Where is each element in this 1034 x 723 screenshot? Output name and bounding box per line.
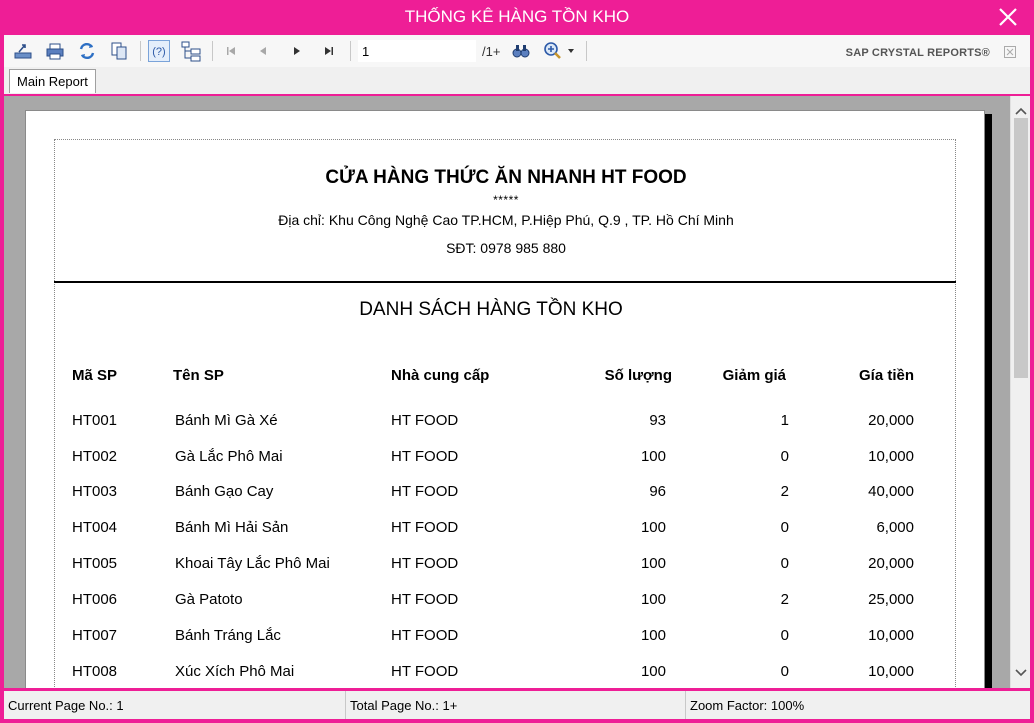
cell-id: HT007 bbox=[72, 627, 118, 644]
column-header-supplier: Nhà cung cấp bbox=[391, 367, 490, 384]
print-icon[interactable] bbox=[44, 40, 66, 62]
copy-icon[interactable] bbox=[108, 40, 130, 62]
cell-id: HT006 bbox=[72, 591, 118, 608]
cell-price: 10,000 bbox=[868, 663, 914, 680]
cell-name: Xúc Xích Phô Mai bbox=[175, 663, 295, 680]
cell-discount: 1 bbox=[780, 412, 789, 429]
window-title: THỐNG KÊ HÀNG TỒN KHO bbox=[404, 7, 630, 26]
cell-id: HT003 bbox=[72, 483, 118, 500]
cell-name: Bánh Mì Gà Xé bbox=[175, 412, 278, 429]
cell-discount: 0 bbox=[780, 448, 789, 465]
stars-divider: ***** bbox=[493, 193, 519, 207]
store-address: Địa chỉ: Khu Công Nghệ Cao TP.HCM, P.Hiệ… bbox=[278, 212, 734, 228]
status-bar: Current Page No.: 1 Total Page No.: 1+ Z… bbox=[4, 691, 1030, 719]
refresh-icon[interactable] bbox=[76, 40, 98, 62]
find-icon[interactable] bbox=[510, 40, 532, 62]
cell-supplier: HT FOOD bbox=[391, 663, 459, 680]
cell-supplier: HT FOOD bbox=[391, 627, 459, 644]
report-title: DANH SÁCH HÀNG TỒN KHO bbox=[359, 299, 623, 320]
cell-price: 10,000 bbox=[868, 448, 914, 465]
cell-quantity: 100 bbox=[640, 627, 666, 644]
zoom-status: Zoom Factor: 100% bbox=[690, 698, 805, 713]
scroll-thumb[interactable] bbox=[1014, 118, 1028, 378]
cell-id: HT008 bbox=[72, 663, 118, 680]
cell-name: Bánh Mì Hải Sản bbox=[175, 519, 289, 536]
toolbar-separator bbox=[350, 41, 351, 61]
report-viewer: CỬA HÀNG THỨC ĂN NHANH HT FOOD ***** Địa… bbox=[4, 96, 1030, 688]
close-icon[interactable] bbox=[1004, 45, 1016, 58]
cell-price: 10,000 bbox=[868, 627, 914, 644]
cell-price: 40,000 bbox=[868, 483, 914, 500]
zoom-icon[interactable] bbox=[542, 40, 576, 62]
page-total-label: /1+ bbox=[482, 44, 501, 59]
export-icon[interactable] bbox=[12, 40, 34, 62]
tab-main-report[interactable]: Main Report bbox=[9, 69, 96, 93]
cell-quantity: 100 bbox=[640, 555, 666, 572]
cell-quantity: 100 bbox=[640, 663, 666, 680]
cell-name: Khoai Tây Lắc Phô Mai bbox=[175, 555, 330, 572]
cell-name: Bánh Tráng Lắc bbox=[175, 627, 281, 644]
page-number-input[interactable] bbox=[358, 40, 476, 62]
cell-quantity: 100 bbox=[640, 519, 666, 536]
total-page-status: Total Page No.: 1+ bbox=[346, 691, 686, 719]
cell-price: 20,000 bbox=[868, 412, 914, 429]
cell-name: Gà Patoto bbox=[175, 591, 243, 608]
report-page: CỬA HÀNG THỨC ĂN NHANH HT FOOD ***** Địa… bbox=[25, 110, 985, 688]
cell-supplier: HT FOOD bbox=[391, 412, 459, 429]
cell-id: HT001 bbox=[72, 412, 118, 429]
group-tree-icon[interactable] bbox=[180, 40, 202, 62]
cell-name: Gà Lắc Phô Mai bbox=[175, 448, 283, 465]
cell-id: HT005 bbox=[72, 555, 118, 572]
cell-quantity: 100 bbox=[640, 591, 666, 608]
svg-text:(?): (?) bbox=[152, 46, 165, 58]
last-page-icon[interactable] bbox=[318, 40, 340, 62]
cell-discount: 2 bbox=[780, 483, 789, 500]
cell-name: Bánh Gạo Cay bbox=[175, 483, 274, 500]
cell-supplier: HT FOOD bbox=[391, 555, 459, 572]
report-tabs: Main Report bbox=[4, 67, 1030, 94]
cell-id: HT004 bbox=[72, 519, 118, 536]
cell-discount: 0 bbox=[780, 663, 789, 680]
cell-discount: 2 bbox=[780, 591, 789, 608]
cell-supplier: HT FOOD bbox=[391, 519, 459, 536]
column-header-quantity: Số lượng bbox=[604, 367, 672, 384]
cell-price: 20,000 bbox=[868, 555, 914, 572]
next-page-icon[interactable] bbox=[286, 40, 308, 62]
cell-quantity: 93 bbox=[649, 412, 666, 429]
cell-supplier: HT FOOD bbox=[391, 483, 459, 500]
cell-price: 6,000 bbox=[876, 519, 914, 536]
store-phone: SĐT: 0978 985 880 bbox=[446, 240, 566, 256]
cell-supplier: HT FOOD bbox=[391, 448, 459, 465]
close-icon[interactable] bbox=[996, 5, 1020, 29]
previous-page-icon[interactable] bbox=[252, 40, 274, 62]
column-header-name: Tên SP bbox=[173, 367, 224, 384]
toolbar-separator bbox=[212, 41, 213, 61]
cell-price: 25,000 bbox=[868, 591, 914, 608]
cell-discount: 0 bbox=[780, 519, 789, 536]
cell-discount: 0 bbox=[780, 555, 789, 572]
toolbar-separator bbox=[586, 41, 587, 61]
cell-discount: 0 bbox=[780, 627, 789, 644]
scroll-down-icon[interactable] bbox=[1015, 664, 1027, 682]
column-header-id: Mã SP bbox=[72, 367, 118, 384]
column-header-price: Gía tiền bbox=[858, 367, 914, 384]
store-name: CỬA HÀNG THỨC ĂN NHANH HT FOOD bbox=[325, 167, 687, 188]
current-page-status: Current Page No.: 1 bbox=[4, 691, 346, 719]
cell-id: HT002 bbox=[72, 448, 118, 465]
report-toolbar: (?) /1+ SAP CRYSTAL REPORTS® bbox=[4, 35, 1030, 67]
header-divider bbox=[54, 281, 956, 283]
first-page-icon[interactable] bbox=[220, 40, 242, 62]
help-icon[interactable]: (?) bbox=[148, 40, 170, 62]
brand-label: SAP CRYSTAL REPORTS® bbox=[845, 47, 990, 59]
column-header-discount: Giảm giá bbox=[722, 367, 786, 384]
cell-quantity: 96 bbox=[649, 483, 666, 500]
title-bar: THỐNG KÊ HÀNG TỒN KHO bbox=[0, 0, 1034, 34]
toolbar-separator bbox=[140, 41, 141, 61]
cell-quantity: 100 bbox=[640, 448, 666, 465]
cell-supplier: HT FOOD bbox=[391, 591, 459, 608]
vertical-scrollbar[interactable] bbox=[1010, 96, 1030, 688]
